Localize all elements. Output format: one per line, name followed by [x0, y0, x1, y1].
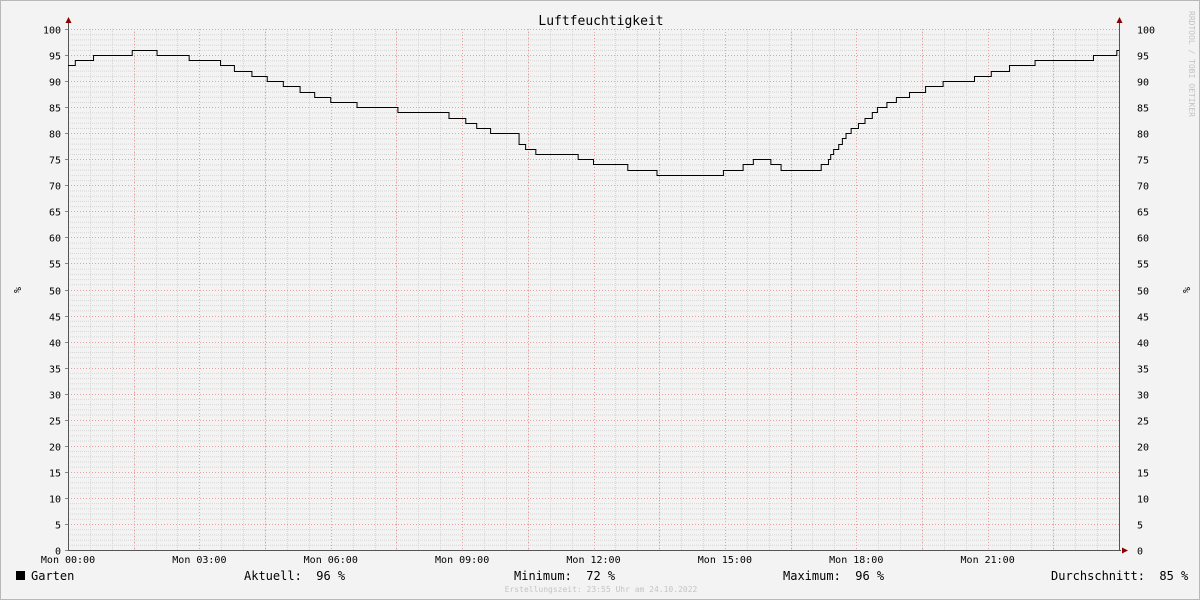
y-axis-label-right: %	[1180, 287, 1191, 293]
y-tick-label-left: 10	[49, 495, 61, 506]
y-tick-label-left: 30	[49, 391, 61, 402]
legend-swatch-garten	[16, 571, 25, 580]
y-axis-arrow-right	[1116, 17, 1123, 23]
y-tick-label-left: 95	[49, 52, 61, 63]
y-tick-label-left: 65	[49, 208, 61, 219]
y-tick-label-left: 100	[43, 26, 61, 37]
x-tick-label: Mon 03:00	[172, 555, 226, 566]
y-tick-labels-right: 0 5 10 15 20 25 30 35 40 45 50 55 60 65 70 75 80 85 90 95 10…	[1137, 26, 1155, 558]
x-tick-label: Mon 21:00	[961, 555, 1015, 566]
y-tick-label-left: 40	[49, 339, 61, 350]
y-tick-label-right: 75	[1137, 156, 1149, 167]
y-tick-label-right: 15	[1137, 469, 1149, 480]
y-tick-label-left: 75	[49, 156, 61, 167]
y-tick-label-right: 0	[1137, 547, 1143, 558]
y-tick-label-right: 25	[1137, 417, 1149, 428]
y-tick-label-right: 20	[1137, 443, 1149, 454]
y-tick-label-right: 10	[1137, 495, 1149, 506]
y-tick-label-left: 20	[49, 443, 61, 454]
y-tick-label-right: 95	[1137, 52, 1149, 63]
y-tick-label-right: 5	[1137, 521, 1143, 532]
y-tick-label-right: 45	[1137, 313, 1149, 324]
y-tick-label-right: 60	[1137, 234, 1149, 245]
series-group	[68, 50, 1119, 176]
x-tick-label: Mon 12:00	[566, 555, 620, 566]
y-axis-arrow-left	[65, 17, 72, 23]
y-tick-label-right: 55	[1137, 260, 1149, 271]
x-tick-labels: Mon 00:00 Mon 03:00 Mon 06:00 Mon 09:00 Mon …	[41, 555, 1015, 566]
rrdtool-watermark: RRDTOOL / TOBI OETIKER	[1187, 11, 1196, 117]
x-tick-label: Mon 00:00	[41, 555, 95, 566]
y-tick-label-right: 100	[1137, 26, 1155, 37]
y-tick-label-left: 70	[49, 182, 61, 193]
y-tick-label-right: 30	[1137, 391, 1149, 402]
y-tick-label-right: 80	[1137, 130, 1149, 141]
y-tick-label-left: 90	[49, 78, 61, 89]
legend-series-name: Garten	[31, 569, 75, 583]
y-tick-label-right: 35	[1137, 365, 1149, 376]
y-tick-label-right: 85	[1137, 104, 1149, 115]
chart-title: Luftfeuchtigkeit	[538, 14, 663, 29]
y-axis-label-left: %	[11, 287, 22, 293]
y-tick-label-left: 80	[49, 130, 61, 141]
y-tick-label-right: 50	[1137, 287, 1149, 298]
x-axis-arrow	[1122, 547, 1128, 554]
humidity-chart: 0 5 10 15 20 25 30 35 40 45 50 55 60 65 70 75 80 85 90 95 10…	[11, 14, 1191, 566]
y-tick-label-left: 5	[55, 521, 61, 532]
chart-frame: 0 5 10 15 20 25 30 35 40 45 50 55 60 65 70 75 80 85 90 95 10…	[0, 0, 1200, 600]
legend-minimum: Minimum: 72 %	[514, 569, 616, 583]
y-tick-label-right: 70	[1137, 182, 1149, 193]
y-tick-label-left: 55	[49, 260, 61, 271]
y-tick-label-left: 25	[49, 417, 61, 428]
legend-maximum: Maximum: 96 %	[783, 569, 885, 583]
y-tick-label-left: 60	[49, 234, 61, 245]
x-tick-label: Mon 06:00	[304, 555, 358, 566]
major-grid	[68, 29, 1119, 550]
x-tick-label: Mon 09:00	[435, 555, 489, 566]
y-tick-label-right: 40	[1137, 339, 1149, 350]
legend-average: Durchschnitt: 85 %	[1051, 569, 1189, 583]
y-tick-label-left: 85	[49, 104, 61, 115]
creation-time-footer: Erstellungszeit: 23:55 Uhr am 24.10.2022	[504, 585, 698, 594]
y-tick-label-right: 90	[1137, 78, 1149, 89]
series-line-garten	[68, 50, 1119, 176]
y-tick-label-left: 15	[49, 469, 61, 480]
y-tick-labels-left: 0510152025303540455055606570758085909510…	[43, 26, 61, 558]
x-tick-label: Mon 18:00	[829, 555, 883, 566]
legend-current: Aktuell: 96 %	[244, 569, 346, 583]
x-tick-label: Mon 15:00	[698, 555, 752, 566]
y-tick-label-left: 45	[49, 313, 61, 324]
y-tick-label-left: 35	[49, 365, 61, 376]
y-tick-label-left: 50	[49, 287, 61, 298]
y-tick-label-right: 65	[1137, 208, 1149, 219]
